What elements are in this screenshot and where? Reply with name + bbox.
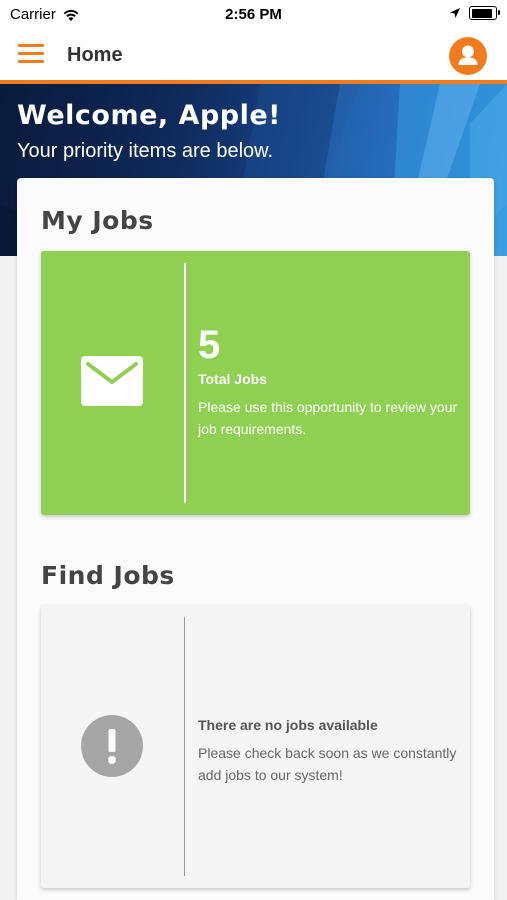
hamburger-line [18,44,44,47]
status-right [449,6,500,20]
find-jobs-heading: Find Jobs [41,561,175,590]
hamburger-line [18,52,44,55]
status-bar: Carrier 2:56 PM [0,0,507,30]
welcome-heading: Welcome, Apple! [17,100,281,131]
my-jobs-tile[interactable]: 5 Total Jobs Please use this opportunity… [41,251,470,515]
tile-divider [184,263,186,503]
status-time: 2:56 PM [225,6,282,23]
menu-button[interactable] [18,44,44,64]
envelope-icon [81,356,143,406]
no-jobs-title: There are no jobs available [198,717,378,733]
user-icon [458,45,478,65]
exclamation-circle-icon [81,715,143,777]
find-jobs-tile: There are no jobs available Please check… [41,605,470,888]
main-card: My Jobs 5 Total Jobs Please use this opp… [17,178,494,900]
no-jobs-description: Please check back soon as we constantly … [198,745,457,783]
nav-bar: Home [0,30,507,84]
welcome-subtitle: Your priority items are below. [17,140,274,162]
total-jobs-count: 5 [198,323,221,367]
my-jobs-heading: My Jobs [41,206,154,235]
location-arrow-icon [450,8,460,18]
battery-icon [469,6,500,20]
page-title: Home [67,44,123,66]
battery-level [471,8,492,18]
tile-divider [184,617,185,876]
profile-button[interactable] [449,37,487,75]
my-jobs-description: Please use this opportunity to review yo… [198,399,458,437]
total-jobs-label: Total Jobs [198,371,267,387]
hamburger-line [18,60,44,63]
